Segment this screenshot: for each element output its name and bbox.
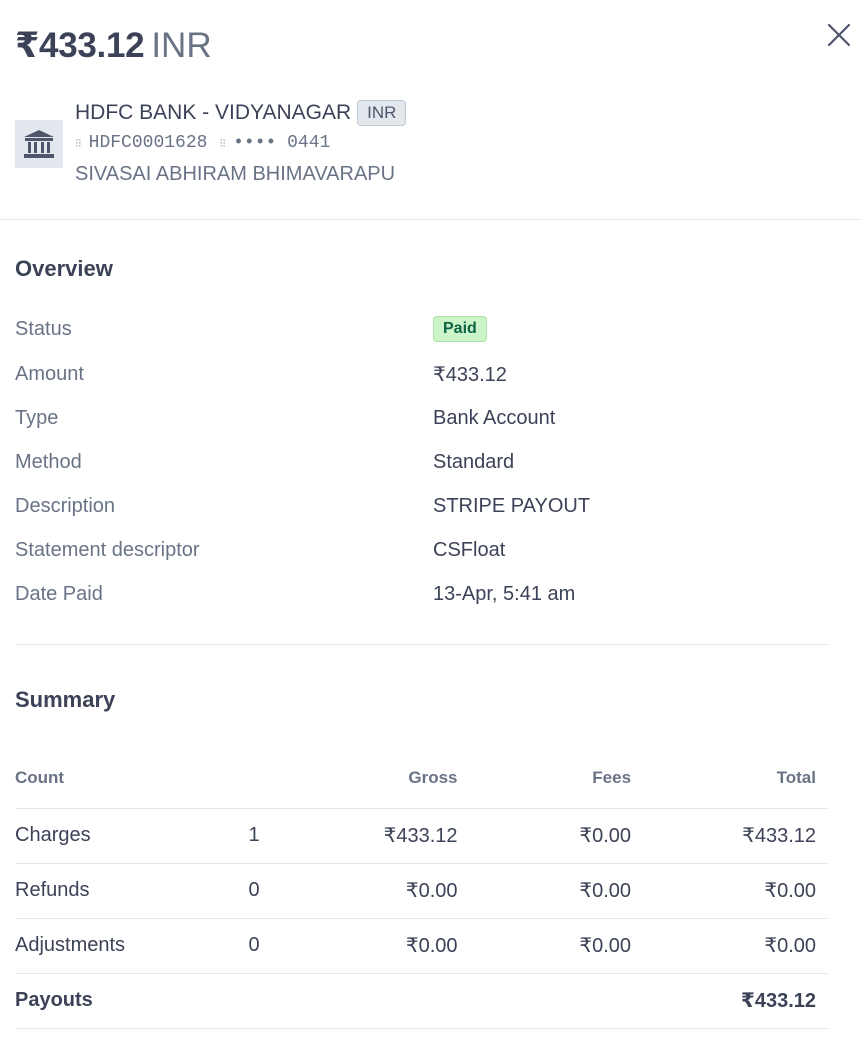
- overview-value: 13-Apr, 5:41 am: [433, 582, 576, 605]
- row-gross: ₹0.00: [405, 935, 458, 957]
- table-row: Refunds 0 ₹0.00 ₹0.00 ₹0.00: [15, 863, 828, 918]
- payout-currency: INR: [151, 26, 212, 65]
- close-button[interactable]: [820, 16, 858, 54]
- row-total: ₹0.00: [764, 880, 816, 902]
- row-count: 1: [248, 824, 260, 846]
- row-total: ₹0.00: [764, 935, 816, 957]
- column-header-total: Total: [776, 767, 816, 787]
- bank-meta: ⁝⁝ HDFC0001628 ⁝⁝ •••• 0441: [75, 133, 330, 153]
- overview-value: Standard: [433, 450, 515, 473]
- summary-table: Count Gross Fees Total Charges 1 ₹433.12…: [15, 748, 828, 1029]
- row-label: Charges: [15, 824, 91, 846]
- overview-value: ₹433.12: [433, 363, 507, 386]
- column-header-gross: Gross: [408, 767, 458, 787]
- overview-row-amount: Amount ₹433.12: [15, 359, 827, 389]
- payout-header: ₹433.12 INR HDFC BANK - VIDYANAGAR INR ⁝…: [0, 0, 860, 220]
- bank-icon: [24, 130, 54, 158]
- row-label: Refunds: [15, 879, 90, 901]
- table-row: Adjustments 0 ₹0.00 ₹0.00 ₹0.00: [15, 918, 828, 973]
- bank-name-row: HDFC BANK - VIDYANAGAR INR: [75, 100, 407, 126]
- overview-label: Method: [15, 450, 82, 473]
- payouts-gross-empty: [309, 973, 457, 1028]
- payout-amount-title: ₹433.12 INR: [15, 26, 212, 66]
- payouts-count-empty: [248, 973, 309, 1028]
- summary-title: Summary: [15, 687, 116, 712]
- overview-label: Description: [15, 494, 116, 517]
- overview-label: Type: [15, 406, 59, 429]
- column-header-count: Count: [15, 767, 65, 787]
- table-row: Charges 1 ₹433.12 ₹0.00 ₹433.12: [15, 808, 828, 863]
- column-header-spacer: [248, 748, 309, 808]
- overview-label: Amount: [15, 362, 84, 385]
- row-total: ₹433.12: [742, 825, 816, 847]
- masked-account-number: •••• 0441: [233, 133, 331, 153]
- row-gross: ₹433.12: [383, 825, 458, 847]
- separator-dots-icon: ⁝⁝: [219, 136, 226, 151]
- payouts-label: Payouts: [15, 989, 93, 1011]
- overview-row-description: Description STRIPE PAYOUT: [15, 491, 827, 521]
- row-gross: ₹0.00: [405, 880, 458, 902]
- payouts-fees-empty: [458, 973, 632, 1028]
- bank-icon-box: [15, 120, 63, 168]
- currency-badge: INR: [357, 100, 407, 126]
- section-divider: [15, 644, 828, 645]
- overview-row-date-paid: Date Paid 13-Apr, 5:41 am: [15, 579, 827, 609]
- payouts-row: Payouts ₹433.12: [15, 973, 828, 1028]
- close-icon: [827, 23, 851, 47]
- row-count: 0: [248, 934, 260, 956]
- account-holder-name: SIVASAI ABHIRAM BHIMAVARAPU: [75, 163, 396, 185]
- status-badge: Paid: [433, 316, 487, 342]
- summary-header-row: Count Gross Fees Total: [15, 748, 828, 808]
- payouts-total: ₹433.12: [740, 990, 816, 1012]
- row-fees: ₹0.00: [579, 825, 632, 847]
- overview-title: Overview: [15, 256, 113, 281]
- overview-row-method: Method Standard: [15, 447, 827, 477]
- overview-row-statement-descriptor: Statement descriptor CSFloat: [15, 535, 827, 565]
- overview-label: Statement descriptor: [15, 538, 200, 561]
- row-fees: ₹0.00: [579, 880, 632, 902]
- row-fees: ₹0.00: [579, 935, 632, 957]
- overview-value: STRIPE PAYOUT: [433, 494, 591, 517]
- overview-label: Date Paid: [15, 582, 103, 605]
- column-header-fees: Fees: [592, 767, 632, 787]
- row-label: Adjustments: [15, 934, 126, 956]
- overview-value: CSFloat: [433, 538, 506, 561]
- bank-name: HDFC BANK - VIDYANAGAR: [75, 101, 352, 124]
- separator-dots-icon: ⁝⁝: [75, 136, 82, 151]
- row-count: 0: [248, 879, 260, 901]
- overview-label: Status: [15, 317, 72, 340]
- overview-row-status: Status Paid: [15, 314, 827, 344]
- ifsc-code: HDFC0001628: [88, 133, 208, 153]
- overview-value: Bank Account: [433, 406, 556, 429]
- payout-amount: ₹433.12: [15, 26, 145, 65]
- overview-row-type: Type Bank Account: [15, 403, 827, 433]
